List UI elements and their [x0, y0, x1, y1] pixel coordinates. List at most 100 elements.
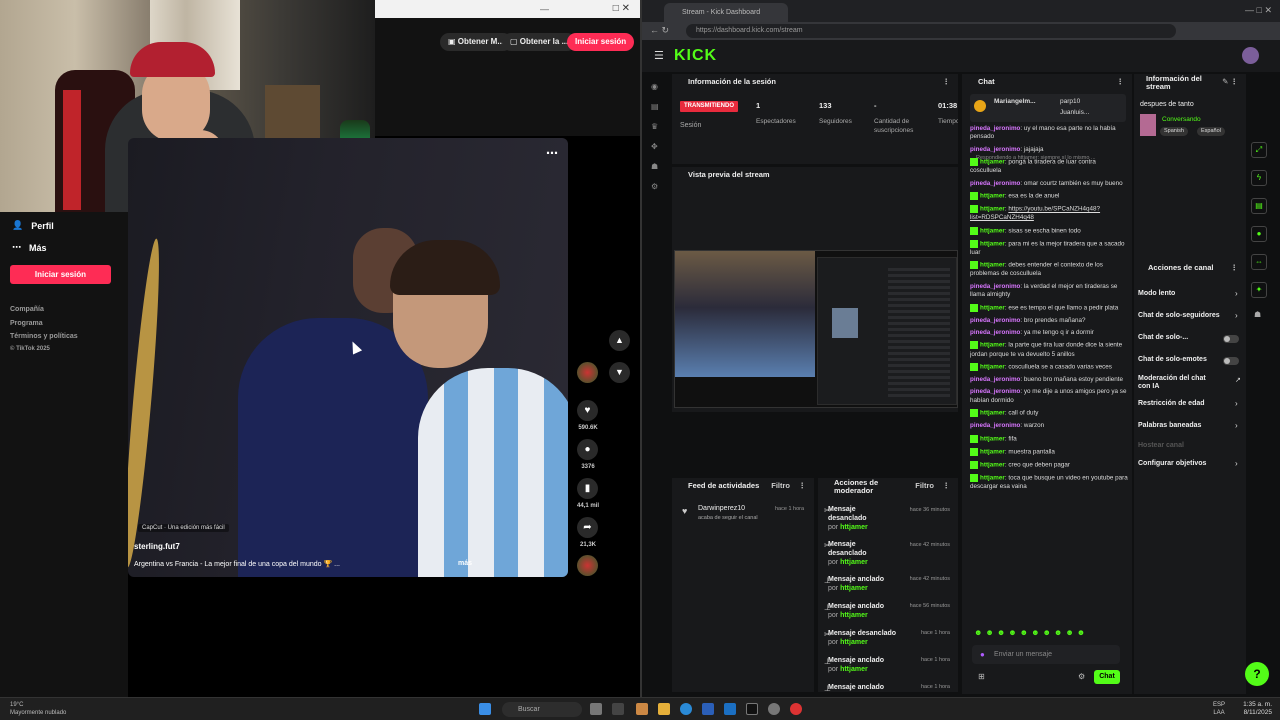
video-more-link[interactable]: más: [458, 560, 472, 567]
chat-input[interactable]: Enviar un mensaje: [972, 645, 1120, 664]
top-gifter-1[interactable]: Mariangelm...: [994, 98, 1036, 105]
clock[interactable]: 1:35 a. m. 8/11/2025: [1243, 701, 1272, 717]
chevron-right-icon[interactable]: ›: [1235, 421, 1238, 430]
mod-user-link[interactable]: httjamer: [840, 524, 868, 531]
moderation-icon[interactable]: ☗: [651, 162, 658, 171]
creator-avatar[interactable]: [577, 362, 598, 383]
chevron-right-icon[interactable]: ›: [1235, 459, 1238, 468]
chat-username[interactable]: httjamer: [980, 435, 1005, 442]
windows-start-icon[interactable]: [479, 703, 491, 715]
channel-action-item[interactable]: Modo lento: [1138, 290, 1220, 297]
microphone-icon[interactable]: ●: [980, 650, 985, 659]
window-minimize-icon[interactable]: —: [540, 4, 549, 14]
chevron-right-icon[interactable]: ›: [1235, 289, 1238, 298]
moderator-filter-button[interactable]: Filtro: [915, 478, 934, 494]
tiktok-app-icon[interactable]: [746, 703, 758, 715]
chat-username[interactable]: httjamer: [980, 159, 1005, 166]
channel-action-item[interactable]: Moderación del chat con IA: [1138, 375, 1220, 391]
kick-logo[interactable]: KICK: [674, 47, 717, 65]
mod-user-link[interactable]: httjamer: [840, 559, 868, 566]
next-video-icon[interactable]: ▼: [609, 362, 630, 383]
moderator-more-icon[interactable]: ⋮: [943, 478, 951, 494]
activity-user[interactable]: Darwinperez10: [698, 505, 745, 512]
previous-video-icon[interactable]: ▲: [609, 330, 630, 351]
users-icon[interactable]: ☗: [1254, 310, 1261, 319]
toggle-switch[interactable]: [1223, 357, 1239, 365]
expand-icon[interactable]: ⤢: [1251, 142, 1267, 158]
top-gifter-3[interactable]: Juanluis...: [1060, 109, 1089, 116]
chat-username[interactable]: pineda_jeronimo: [970, 376, 1020, 383]
chat-more-icon[interactable]: ⋮: [1117, 74, 1125, 90]
chevron-right-icon[interactable]: ›: [1235, 399, 1238, 408]
user-avatar[interactable]: [1242, 47, 1259, 64]
window-controls-icon[interactable]: □ ✕: [613, 3, 630, 14]
chat-username[interactable]: httjamer: [980, 475, 1005, 482]
split-icon[interactable]: ⇔: [1251, 254, 1267, 270]
music-disc-icon[interactable]: [577, 555, 598, 576]
emote-bar[interactable]: ☻☻☻☻☻☻☻☻☻☻: [974, 628, 1088, 637]
chat-username[interactable]: httjamer: [980, 462, 1005, 469]
weather-widget[interactable]: 19°C Mayormente nublado: [10, 701, 66, 717]
chat-username[interactable]: httjamer: [980, 262, 1005, 269]
edit-stream-icon[interactable]: ✎ ⋮: [1222, 74, 1238, 90]
chrome-icon[interactable]: [790, 703, 802, 715]
gift-icon[interactable]: ⊞: [978, 672, 985, 681]
channel-action-item[interactable]: Palabras baneadas: [1138, 422, 1220, 429]
taskbar-search[interactable]: Buscar: [502, 702, 582, 717]
url-bar[interactable]: https://dashboard.kick.com/stream: [686, 24, 1176, 38]
file-explorer-icon[interactable]: [658, 703, 670, 715]
wrench-icon[interactable]: ✦: [1251, 282, 1267, 298]
mod-user-link[interactable]: httjamer: [840, 666, 868, 673]
language-indicator[interactable]: ESP LAA: [1213, 701, 1225, 717]
session-more-icon[interactable]: ⋮: [943, 74, 951, 90]
footer-link-terms[interactable]: Términos y políticas: [10, 333, 78, 340]
stream-preview-video[interactable]: [674, 250, 958, 408]
footer-link-company[interactable]: Compañía: [10, 306, 44, 313]
dashboard-icon[interactable]: ▤: [651, 102, 659, 111]
video-author[interactable]: sterling.fut7: [134, 542, 180, 551]
channel-action-item[interactable]: Chat de solo-...: [1138, 334, 1220, 341]
users-icon[interactable]: ✥: [651, 142, 658, 151]
chat-username[interactable]: httjamer: [980, 193, 1005, 200]
channel-action-item[interactable]: Restricción de edad: [1138, 400, 1220, 407]
video-options-icon[interactable]: ⋯: [546, 146, 558, 160]
chat-username[interactable]: pineda_jeronimo: [970, 388, 1020, 395]
obs-icon[interactable]: [768, 703, 780, 715]
login-button-sidebar[interactable]: Iniciar sesión: [10, 265, 111, 284]
video-player[interactable]: ⋯ CapCut · Una edición más fácil sterlin…: [128, 138, 568, 577]
chat-bubble-icon[interactable]: ●: [1251, 226, 1267, 242]
channel-action-item[interactable]: Chat de solo-seguidores: [1138, 312, 1220, 319]
chat-settings-icon[interactable]: ⚙: [1078, 672, 1085, 681]
chat-username[interactable]: pineda_jeronimo: [970, 329, 1020, 336]
like-icon[interactable]: ♥: [577, 400, 598, 421]
chat-username[interactable]: pineda_jeronimo: [970, 180, 1020, 187]
chat-username[interactable]: httjamer: [980, 240, 1005, 247]
chat-username[interactable]: pineda_jeronimo: [970, 283, 1020, 290]
chat-username[interactable]: httjamer: [980, 206, 1005, 213]
capcut-label[interactable]: CapCut · Una edición más fácil: [138, 524, 229, 532]
chat-username[interactable]: httjamer: [980, 448, 1005, 455]
login-button-top[interactable]: Iniciar sesión: [567, 33, 635, 51]
chat-username[interactable]: httjamer: [980, 227, 1005, 234]
sidebar-item-more[interactable]: ⋯ Más: [12, 242, 47, 253]
toggle-switch[interactable]: [1223, 335, 1239, 343]
chat-username[interactable]: pineda_jeronimo: [970, 146, 1020, 153]
tab-kick-dashboard[interactable]: Stream - Kick Dashboard: [664, 3, 788, 22]
comment-icon[interactable]: ●: [577, 439, 598, 460]
trophy-icon[interactable]: ♛: [651, 122, 658, 131]
activity-filter-button[interactable]: Filtro: [771, 478, 790, 494]
sidebar-item-profile[interactable]: 👤 Perfil: [12, 220, 54, 231]
help-button[interactable]: ?: [1245, 662, 1269, 686]
chat-username[interactable]: pineda_jeronimo: [970, 317, 1020, 324]
external-link-icon[interactable]: ↗: [1235, 376, 1241, 384]
mod-user-link[interactable]: httjamer: [840, 612, 868, 619]
edge-icon[interactable]: [680, 703, 692, 715]
stream-icon[interactable]: ◉: [651, 82, 658, 91]
share-icon[interactable]: ➦: [577, 517, 598, 538]
activity-more-icon[interactable]: ⋮: [799, 478, 807, 494]
channel-actions-more-icon[interactable]: ⋮: [1231, 260, 1239, 276]
mod-user-link[interactable]: httjamer: [840, 585, 868, 592]
chat-username[interactable]: httjamer: [980, 342, 1005, 349]
mod-user-link[interactable]: httjamer: [840, 639, 868, 646]
doc-icon[interactable]: ▤: [1251, 198, 1267, 214]
